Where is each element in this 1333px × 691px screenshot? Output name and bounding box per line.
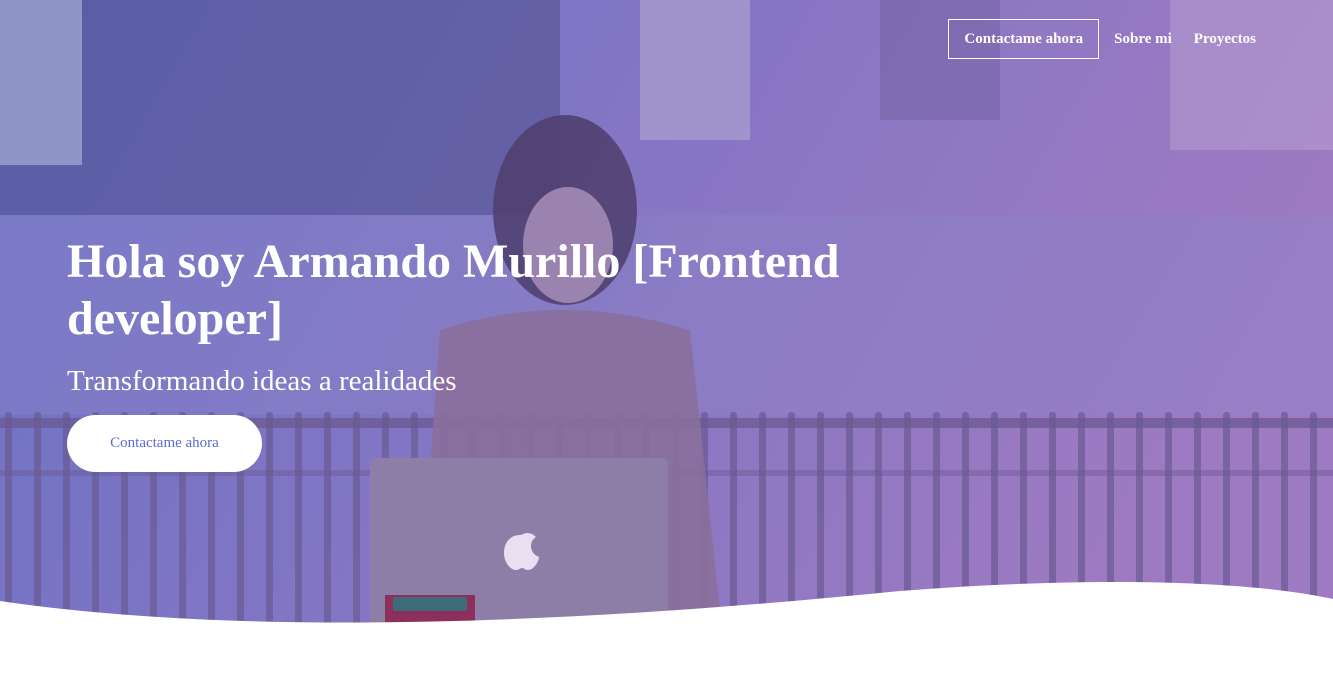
nav-projects-link[interactable]: Proyectos: [1187, 20, 1263, 58]
hero-subtitle: Transformando ideas a realidades: [67, 365, 457, 397]
nav-about-link[interactable]: Sobre mi: [1107, 20, 1179, 58]
hero-text-block: Hola soy Armando Murillo [Frontend devel…: [67, 233, 947, 397]
top-navigation: Contactame ahora Sobre mi Proyectos: [948, 19, 1263, 59]
hero-section: Contactame ahora Sobre mi Proyectos Hola…: [0, 0, 1333, 691]
hero-title: Hola soy Armando Murillo [Frontend devel…: [67, 235, 840, 345]
wave-divider: [0, 581, 1333, 691]
hero-contact-button[interactable]: Contactame ahora: [67, 415, 262, 472]
nav-contact-button[interactable]: Contactame ahora: [948, 19, 1100, 59]
